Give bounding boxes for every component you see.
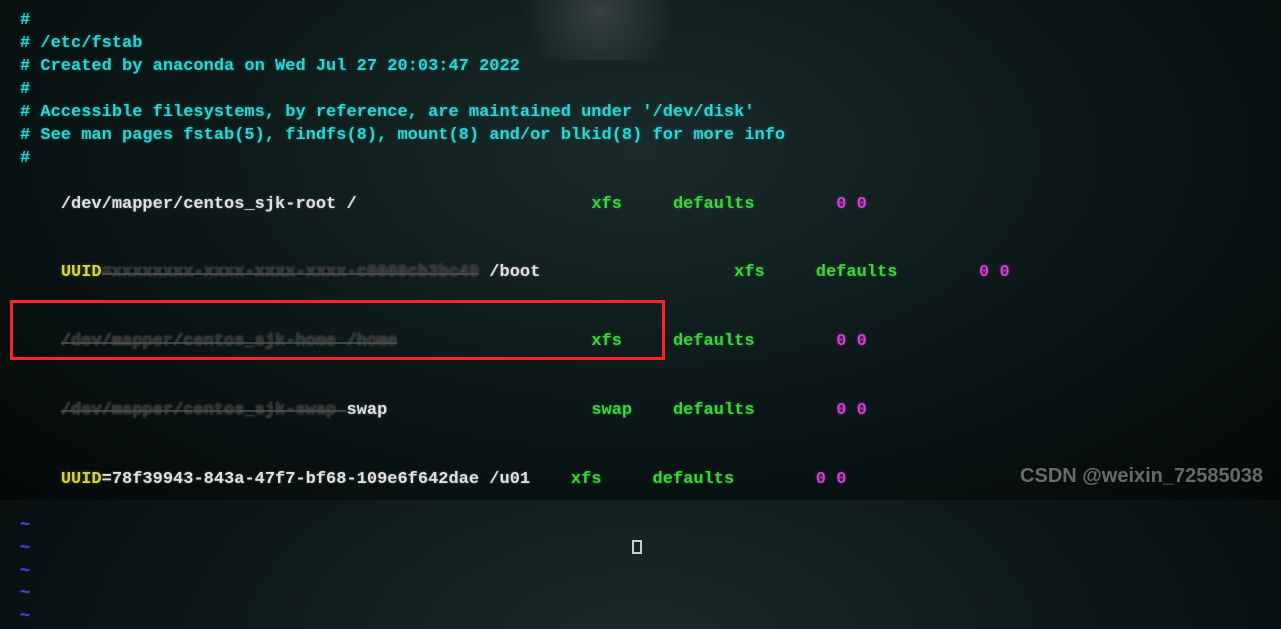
empty-line-tilde: ~ [20,538,1261,561]
mount-point: swap [346,401,387,420]
empty-line-tilde: ~ [20,561,1261,584]
dump-pass: 0 0 [836,332,867,351]
struck-text: /dev/mapper/centos_sjk-home /home [61,332,398,351]
watermark: CSDN @weixin_72585038 [1020,465,1263,488]
fs-opts: defaults [673,195,755,214]
struck-text: /dev/mapper/centos_sjk-swap [61,401,347,420]
mount-point: /u01 [489,470,530,489]
comment-line: # Created by anaconda on Wed Jul 27 20:0… [20,56,1261,79]
dump-pass: 0 0 [979,263,1010,282]
fs-opts: defaults [673,332,755,351]
empty-line-tilde: ~ [20,606,1261,629]
dump-pass: 0 0 [836,195,867,214]
fstab-entry: /dev/mapper/centos_sjk-swap swap swap de… [20,377,1261,446]
device-path: /dev/mapper/centos_sjk-root / [61,195,357,214]
fs-type: xfs [591,332,622,351]
uuid-prefix: UUID [61,470,102,489]
fs-type: xfs [734,263,765,282]
struck-text: =xxxxxxxx-xxxx-xxxx-xxxx-c0000cb3bc49 [102,263,479,282]
empty-line-tilde: ~ [20,583,1261,606]
fs-type: xfs [591,195,622,214]
terminal-window[interactable]: # # /etc/fstab # Created by anaconda on … [20,10,1261,629]
uuid-prefix: UUID [61,263,102,282]
mount-point: /boot [489,263,540,282]
comment-line: # [20,79,1261,102]
fstab-entry: /dev/mapper/centos_sjk-home /home xfs de… [20,308,1261,377]
comment-line: # [20,148,1261,171]
uuid-value: =78f39943-843a-47f7-bf68-109e6f642dae [102,470,479,489]
fs-opts: defaults [673,401,755,420]
empty-line-tilde: ~ [20,515,1261,538]
dump-pass: 0 0 [816,470,847,489]
comment-line: # See man pages fstab(5), findfs(8), mou… [20,125,1261,148]
cursor-icon [632,540,642,554]
fstab-entry: UUID=xxxxxxxx-xxxx-xxxx-xxxx-c0000cb3bc4… [20,239,1261,308]
fstab-entry: /dev/mapper/centos_sjk-root / xfs defaul… [20,171,1261,240]
dump-pass: 0 0 [836,401,867,420]
comment-line: # /etc/fstab [20,33,1261,56]
comment-line: # [20,10,1261,33]
fs-opts: defaults [653,470,735,489]
fs-type: xfs [571,470,602,489]
fs-type: swap [591,401,632,420]
comment-line: # Accessible filesystems, by reference, … [20,102,1261,125]
fs-opts: defaults [816,263,898,282]
